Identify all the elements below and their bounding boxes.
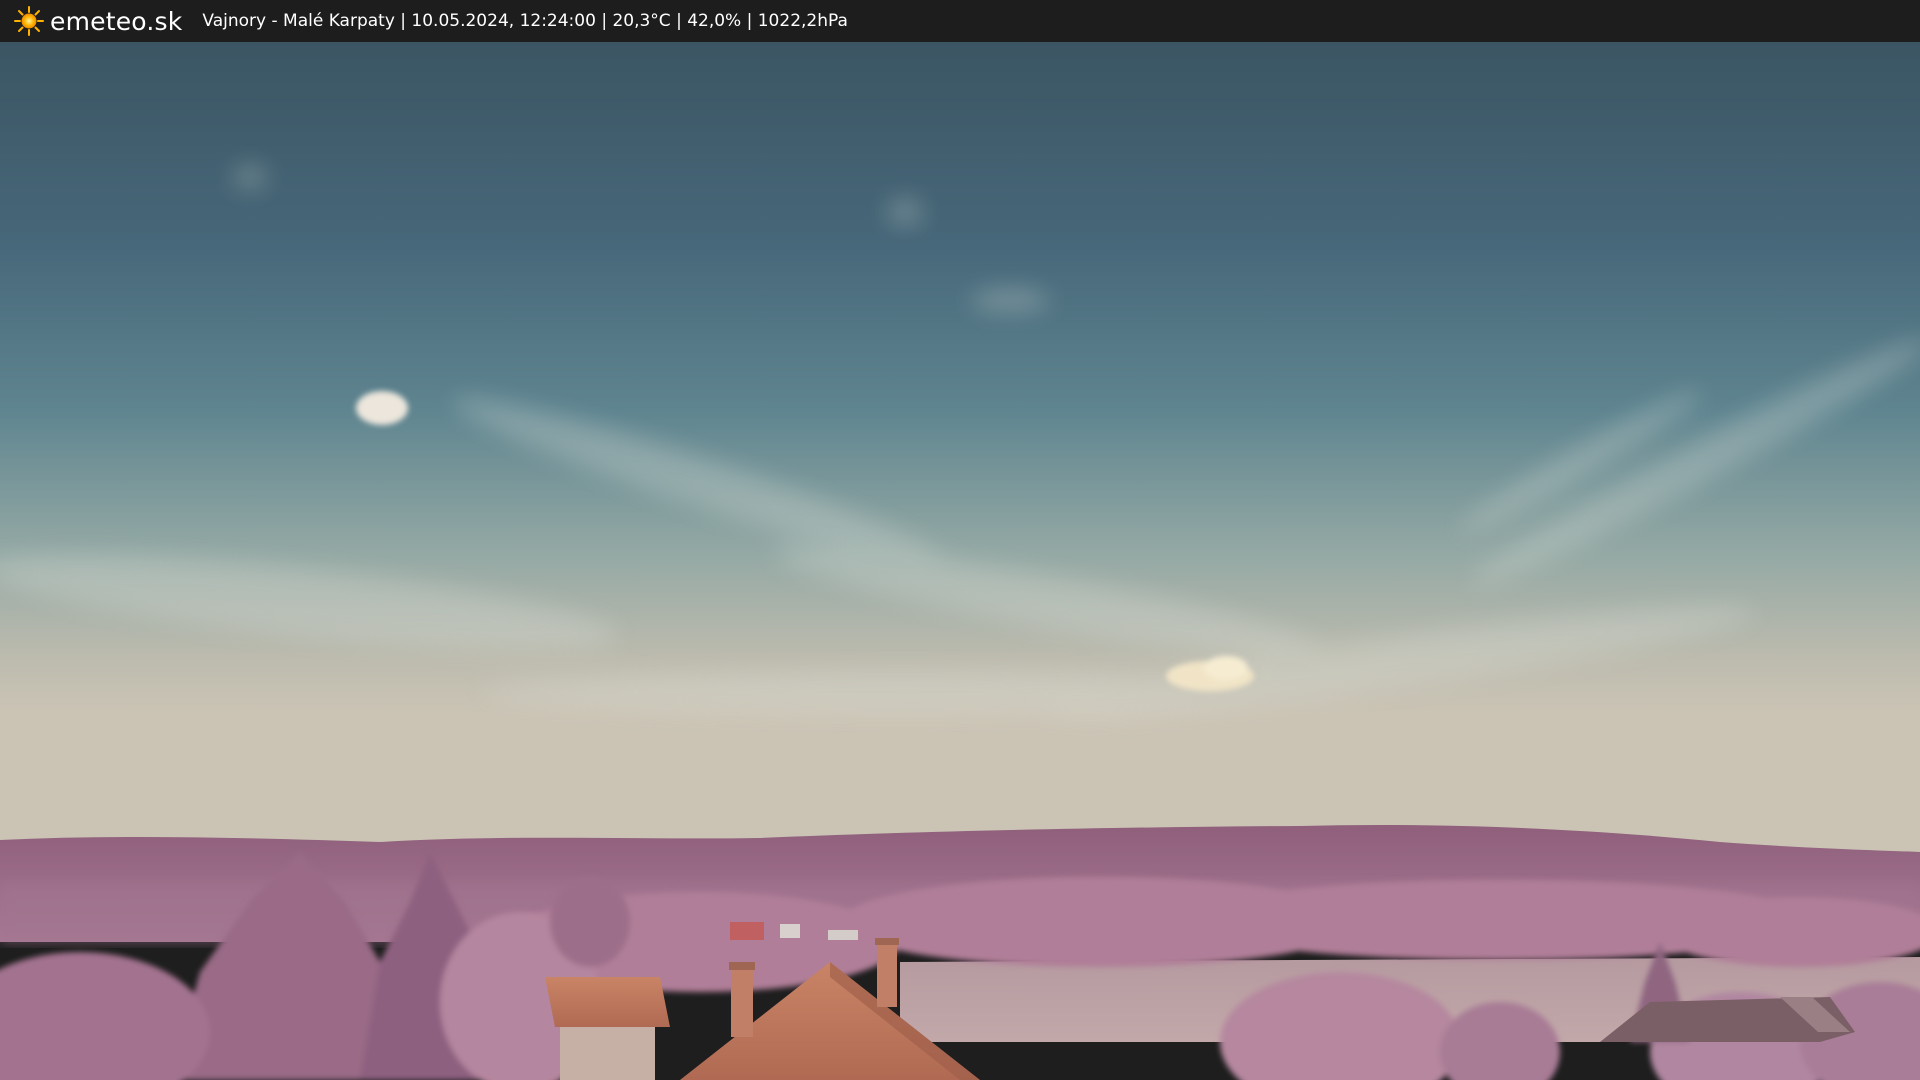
sun-icon: [14, 6, 44, 36]
caption-bar: emeteo.sk Vajnory - Malé Karpaty | 10.05…: [0, 0, 1920, 42]
webcam-frame: emeteo.sk Vajnory - Malé Karpaty | 10.05…: [0, 0, 1920, 1080]
station-caption: Vajnory - Malé Karpaty | 10.05.2024, 12:…: [202, 11, 848, 31]
brand-name: emeteo.sk: [50, 6, 183, 36]
brand-logo[interactable]: emeteo.sk: [14, 6, 182, 36]
webcam-image: [0, 42, 1920, 1080]
sky: [0, 42, 1920, 862]
